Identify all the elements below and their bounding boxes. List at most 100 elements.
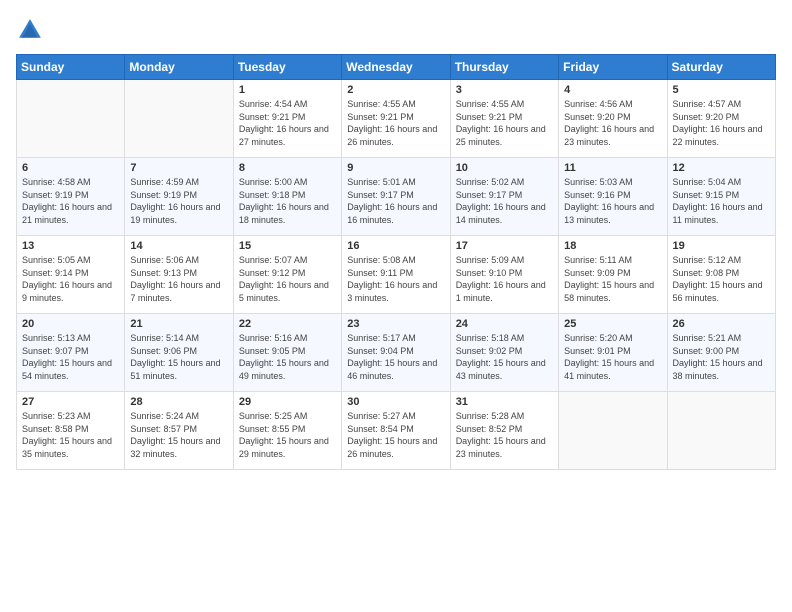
day-number: 8 [239, 162, 336, 174]
calendar-cell: 21 Sunrise: 5:14 AM Sunset: 9:06 PM Dayli… [125, 314, 233, 392]
calendar-cell: 23 Sunrise: 5:17 AM Sunset: 9:04 PM Dayli… [342, 314, 450, 392]
day-number: 17 [456, 240, 553, 252]
day-number: 27 [22, 396, 119, 408]
page-container: SundayMondayTuesdayWednesdayThursdayFrid… [0, 0, 792, 478]
page-header [16, 16, 776, 44]
day-info: Sunrise: 5:06 AM Sunset: 9:13 PM Dayligh… [130, 254, 227, 304]
day-info: Sunrise: 5:18 AM Sunset: 9:02 PM Dayligh… [456, 332, 553, 382]
day-info: Sunrise: 5:00 AM Sunset: 9:18 PM Dayligh… [239, 176, 336, 226]
day-number: 7 [130, 162, 227, 174]
day-number: 2 [347, 84, 444, 96]
calendar-cell: 17 Sunrise: 5:09 AM Sunset: 9:10 PM Dayli… [450, 236, 558, 314]
day-info: Sunrise: 5:13 AM Sunset: 9:07 PM Dayligh… [22, 332, 119, 382]
day-info: Sunrise: 5:12 AM Sunset: 9:08 PM Dayligh… [673, 254, 770, 304]
day-info: Sunrise: 5:04 AM Sunset: 9:15 PM Dayligh… [673, 176, 770, 226]
calendar-cell [125, 80, 233, 158]
calendar-cell: 12 Sunrise: 5:04 AM Sunset: 9:15 PM Dayli… [667, 158, 775, 236]
calendar-cell: 9 Sunrise: 5:01 AM Sunset: 9:17 PM Daylig… [342, 158, 450, 236]
calendar-week-row: 6Sunrise: 4:58 AM Sunset: 9:19 PM Daylig… [17, 158, 776, 236]
calendar-cell: 7 Sunrise: 4:59 AM Sunset: 9:19 PM Daylig… [125, 158, 233, 236]
day-info: Sunrise: 5:05 AM Sunset: 9:14 PM Dayligh… [22, 254, 119, 304]
day-info: Sunrise: 5:24 AM Sunset: 8:57 PM Dayligh… [130, 410, 227, 460]
day-number: 14 [130, 240, 227, 252]
calendar-cell: 5 Sunrise: 4:57 AM Sunset: 9:20 PM Daylig… [667, 80, 775, 158]
day-info: Sunrise: 5:01 AM Sunset: 9:17 PM Dayligh… [347, 176, 444, 226]
day-number: 25 [564, 318, 661, 330]
day-number: 30 [347, 396, 444, 408]
day-number: 29 [239, 396, 336, 408]
calendar-cell [17, 80, 125, 158]
day-info: Sunrise: 5:25 AM Sunset: 8:55 PM Dayligh… [239, 410, 336, 460]
day-info: Sunrise: 5:20 AM Sunset: 9:01 PM Dayligh… [564, 332, 661, 382]
calendar-dow-wednesday: Wednesday [342, 55, 450, 80]
day-number: 15 [239, 240, 336, 252]
day-info: Sunrise: 5:14 AM Sunset: 9:06 PM Dayligh… [130, 332, 227, 382]
day-info: Sunrise: 5:27 AM Sunset: 8:54 PM Dayligh… [347, 410, 444, 460]
calendar-week-row: 20 Sunrise: 5:13 AM Sunset: 9:07 PM Dayli… [17, 314, 776, 392]
logo [16, 16, 48, 44]
day-number: 5 [673, 84, 770, 96]
day-number: 3 [456, 84, 553, 96]
day-number: 22 [239, 318, 336, 330]
day-info: Sunrise: 4:57 AM Sunset: 9:20 PM Dayligh… [673, 98, 770, 148]
day-number: 11 [564, 162, 661, 174]
calendar-dow-friday: Friday [559, 55, 667, 80]
day-number: 28 [130, 396, 227, 408]
day-info: Sunrise: 5:07 AM Sunset: 9:12 PM Dayligh… [239, 254, 336, 304]
day-info: Sunrise: 4:59 AM Sunset: 9:19 PM Dayligh… [130, 176, 227, 226]
calendar-cell: 31 Sunrise: 5:28 AM Sunset: 8:52 PM Dayli… [450, 392, 558, 470]
calendar-cell [559, 392, 667, 470]
calendar-cell: 27 Sunrise: 5:23 AM Sunset: 8:58 PM Dayli… [17, 392, 125, 470]
day-number: 31 [456, 396, 553, 408]
day-number: 18 [564, 240, 661, 252]
calendar-dow-monday: Monday [125, 55, 233, 80]
day-info: Sunrise: 5:17 AM Sunset: 9:04 PM Dayligh… [347, 332, 444, 382]
calendar-header-row: SundayMondayTuesdayWednesdayThursdayFrid… [17, 55, 776, 80]
calendar-cell: 19Sunrise: 5:12 AM Sunset: 9:08 PM Dayli… [667, 236, 775, 314]
calendar-dow-sunday: Sunday [17, 55, 125, 80]
day-number: 4 [564, 84, 661, 96]
day-number: 21 [130, 318, 227, 330]
calendar-cell: 6Sunrise: 4:58 AM Sunset: 9:19 PM Daylig… [17, 158, 125, 236]
calendar-dow-thursday: Thursday [450, 55, 558, 80]
day-info: Sunrise: 5:16 AM Sunset: 9:05 PM Dayligh… [239, 332, 336, 382]
day-info: Sunrise: 5:09 AM Sunset: 9:10 PM Dayligh… [456, 254, 553, 304]
day-info: Sunrise: 4:56 AM Sunset: 9:20 PM Dayligh… [564, 98, 661, 148]
calendar-cell: 8 Sunrise: 5:00 AM Sunset: 9:18 PM Daylig… [233, 158, 341, 236]
day-info: Sunrise: 4:58 AM Sunset: 9:19 PM Dayligh… [22, 176, 119, 226]
day-info: Sunrise: 4:55 AM Sunset: 9:21 PM Dayligh… [347, 98, 444, 148]
calendar-cell: 18Sunrise: 5:11 AM Sunset: 9:09 PM Dayli… [559, 236, 667, 314]
calendar-week-row: 27 Sunrise: 5:23 AM Sunset: 8:58 PM Dayli… [17, 392, 776, 470]
day-number: 12 [673, 162, 770, 174]
calendar-dow-saturday: Saturday [667, 55, 775, 80]
day-info: Sunrise: 5:08 AM Sunset: 9:11 PM Dayligh… [347, 254, 444, 304]
day-info: Sunrise: 4:54 AM Sunset: 9:21 PM Dayligh… [239, 98, 336, 148]
calendar-dow-tuesday: Tuesday [233, 55, 341, 80]
day-info: Sunrise: 5:02 AM Sunset: 9:17 PM Dayligh… [456, 176, 553, 226]
day-number: 23 [347, 318, 444, 330]
calendar-cell: 11Sunrise: 5:03 AM Sunset: 9:16 PM Dayli… [559, 158, 667, 236]
calendar-week-row: 13 Sunrise: 5:05 AM Sunset: 9:14 PM Dayli… [17, 236, 776, 314]
day-info: Sunrise: 5:23 AM Sunset: 8:58 PM Dayligh… [22, 410, 119, 460]
calendar-cell: 29 Sunrise: 5:25 AM Sunset: 8:55 PM Dayli… [233, 392, 341, 470]
calendar-cell: 28 Sunrise: 5:24 AM Sunset: 8:57 PM Dayli… [125, 392, 233, 470]
logo-icon [16, 16, 44, 44]
calendar-cell: 10 Sunrise: 5:02 AM Sunset: 9:17 PM Dayli… [450, 158, 558, 236]
calendar-cell: 3Sunrise: 4:55 AM Sunset: 9:21 PM Daylig… [450, 80, 558, 158]
day-info: Sunrise: 5:21 AM Sunset: 9:00 PM Dayligh… [673, 332, 770, 382]
day-number: 16 [347, 240, 444, 252]
calendar-cell: 20 Sunrise: 5:13 AM Sunset: 9:07 PM Dayli… [17, 314, 125, 392]
calendar-table: SundayMondayTuesdayWednesdayThursdayFrid… [16, 54, 776, 470]
calendar-cell: 30 Sunrise: 5:27 AM Sunset: 8:54 PM Dayli… [342, 392, 450, 470]
day-info: Sunrise: 5:28 AM Sunset: 8:52 PM Dayligh… [456, 410, 553, 460]
calendar-cell: 2 Sunrise: 4:55 AM Sunset: 9:21 PM Daylig… [342, 80, 450, 158]
day-number: 13 [22, 240, 119, 252]
day-number: 9 [347, 162, 444, 174]
calendar-cell: 4 Sunrise: 4:56 AM Sunset: 9:20 PM Daylig… [559, 80, 667, 158]
day-number: 10 [456, 162, 553, 174]
day-number: 20 [22, 318, 119, 330]
calendar-week-row: 1Sunrise: 4:54 AM Sunset: 9:21 PM Daylig… [17, 80, 776, 158]
calendar-cell: 16 Sunrise: 5:08 AM Sunset: 9:11 PM Dayli… [342, 236, 450, 314]
calendar-cell [667, 392, 775, 470]
day-number: 24 [456, 318, 553, 330]
